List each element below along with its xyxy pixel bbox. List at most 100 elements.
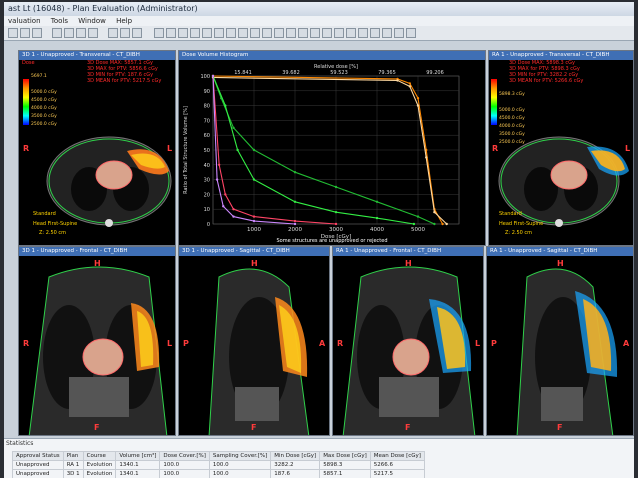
patient-position: Head First-Supine [33, 221, 78, 227]
ct-frontal-image [28, 266, 168, 435]
table-row[interactable]: Unapproved 3D 1 Evolution 1340.1 100.0 1… [12, 469, 425, 478]
tool-button[interactable] [8, 28, 18, 38]
orientation-r: R [337, 339, 344, 348]
column-header[interactable]: Course [82, 451, 117, 461]
dvh-point [252, 215, 256, 218]
dvh-point [232, 215, 235, 218]
column-header[interactable]: Dose Cover.[%] [159, 451, 210, 461]
tool-button[interactable] [88, 28, 98, 38]
table-cell: 100.0 [208, 469, 272, 478]
dose-statistics: 3D Dose MAX: 5898.3 cGy 3D MAX for PTV: … [509, 60, 584, 84]
legend-values: 5898.3 cGy 5000.0 cGy 4500.0 cGy 4000.0 … [499, 92, 525, 145]
tool-button[interactable] [286, 28, 296, 38]
viewer-3d-transversal[interactable]: 3D 1 - Unapproved - Transversal - CT_DIB… [18, 50, 176, 246]
x-tick-label: 1000 [247, 227, 261, 233]
tool-button[interactable] [64, 28, 74, 38]
dvh-point [232, 208, 235, 211]
tool-button[interactable] [226, 28, 236, 38]
column-header[interactable]: Sampling Cover.[%] [208, 451, 272, 461]
table-cell: Unapproved [12, 460, 64, 470]
tool-button[interactable] [178, 28, 188, 38]
tool-button[interactable] [394, 28, 404, 38]
menu-evaluation[interactable]: valuation [8, 17, 41, 25]
y-tick-label: 50 [204, 148, 210, 154]
viewer-ra-frontal[interactable]: RA 1 - Unapproved - Frontal - CT_DIBH H … [332, 246, 484, 436]
column-header[interactable]: Max Dose [cGy] [319, 451, 371, 461]
viewer-ra-transversal[interactable]: RA 1 - Unapproved - Transversal - CT_DIB… [488, 50, 634, 246]
orientation-f: F [557, 423, 563, 432]
column-header[interactable]: Volume [cm³] [115, 451, 161, 461]
tool-button[interactable] [32, 28, 42, 38]
column-header[interactable]: Min Dose [cGy] [270, 451, 321, 461]
column-header[interactable]: Plan [62, 451, 84, 461]
tool-button[interactable] [120, 28, 130, 38]
dvh-chart: 1000 2000 3000 4000 5000 0 10 20 30 40 50 60 70 80 90 1… [183, 64, 460, 240]
orientation-note: Standard [499, 211, 522, 217]
orientation-r: R [23, 144, 30, 153]
tool-button[interactable] [132, 28, 142, 38]
viewer-3d-sagittal[interactable]: 3D 1 - Unapproved - Sagittal - CT_DIBH H… [178, 246, 330, 436]
tool-button[interactable] [238, 28, 248, 38]
tool-button[interactable] [310, 28, 320, 38]
tool-button[interactable] [108, 28, 118, 38]
orientation-l: L [167, 144, 173, 153]
y-tick-label: 60 [204, 133, 210, 139]
toolbar [4, 26, 634, 41]
statistics-tab[interactable]: Statistics [6, 440, 33, 447]
tool-button[interactable] [154, 28, 164, 38]
orientation-l: L [625, 144, 631, 153]
table-cell: 5266.6 [369, 460, 425, 470]
table-row[interactable]: Unapproved RA 1 Evolution 1340.1 100.0 1… [12, 460, 425, 470]
tool-button[interactable] [370, 28, 380, 38]
dose-statistics: 3D Dose MAX: 5857.1 cGy 3D MAX for PTV: … [87, 60, 162, 84]
viewer-ra-sagittal[interactable]: RA 1 - Unapproved - Sagittal - CT_DIBH H… [486, 246, 634, 436]
tool-button[interactable] [166, 28, 176, 38]
tool-button[interactable] [52, 28, 62, 38]
dvh-point [425, 156, 428, 159]
dose-volume-histogram[interactable]: Dose Volume Histogram 1000 2000 3000 4000 50… [178, 50, 486, 246]
column-header[interactable]: Mean Dose [cGy] [369, 451, 425, 461]
y-axis-label: Ratio of Total Structure Volume [%] [183, 106, 189, 194]
application-window: ast Lt (16048) - Plan Evaluation (Admini… [4, 2, 634, 478]
orientation-l: L [475, 339, 481, 348]
viewer-3d-frontal[interactable]: 3D 1 - Unapproved - Frontal - CT_DIBH H … [18, 246, 176, 436]
x-tick-label: 4000 [370, 227, 384, 233]
table-header-row: Approval Status Plan Course Volume [cm³]… [12, 451, 425, 461]
tool-button[interactable] [346, 28, 356, 38]
orientation-h: H [251, 259, 258, 268]
orientation-a: A [623, 339, 630, 348]
dvh-header: Dose Volume Histogram [179, 51, 485, 60]
tool-button[interactable] [214, 28, 224, 38]
tool-button[interactable] [202, 28, 212, 38]
menu-window[interactable]: Window [78, 17, 106, 25]
tool-button[interactable] [322, 28, 332, 38]
tool-button[interactable] [262, 28, 272, 38]
dvh-point [416, 215, 420, 218]
orientation-h: H [405, 259, 412, 268]
tool-button[interactable] [76, 28, 86, 38]
dvh-point [412, 222, 416, 226]
dvh-point [375, 200, 379, 203]
tool-button[interactable] [250, 28, 260, 38]
tool-button[interactable] [274, 28, 284, 38]
tool-button[interactable] [358, 28, 368, 38]
orientation-r: R [492, 144, 499, 153]
menu-tools[interactable]: Tools [51, 17, 68, 25]
dvh-point [236, 148, 239, 152]
table-cell: 187.6 [270, 469, 321, 478]
tool-button[interactable] [406, 28, 416, 38]
tool-button[interactable] [382, 28, 392, 38]
menu-bar: valuation Tools Window Help [4, 16, 634, 26]
dvh-point [232, 126, 235, 129]
tool-button[interactable] [190, 28, 200, 38]
column-header[interactable]: Approval Status [12, 451, 64, 461]
top-axis-title: Relative dose [%] [314, 64, 358, 70]
x-tick-label: 5000 [411, 227, 425, 233]
top-tick-label: 99.206 [426, 70, 444, 76]
tool-button[interactable] [20, 28, 30, 38]
dvh-point [252, 148, 256, 152]
tool-button[interactable] [334, 28, 344, 38]
tool-button[interactable] [298, 28, 308, 38]
menu-help[interactable]: Help [116, 17, 132, 25]
table-cell: 100.0 [208, 460, 272, 470]
